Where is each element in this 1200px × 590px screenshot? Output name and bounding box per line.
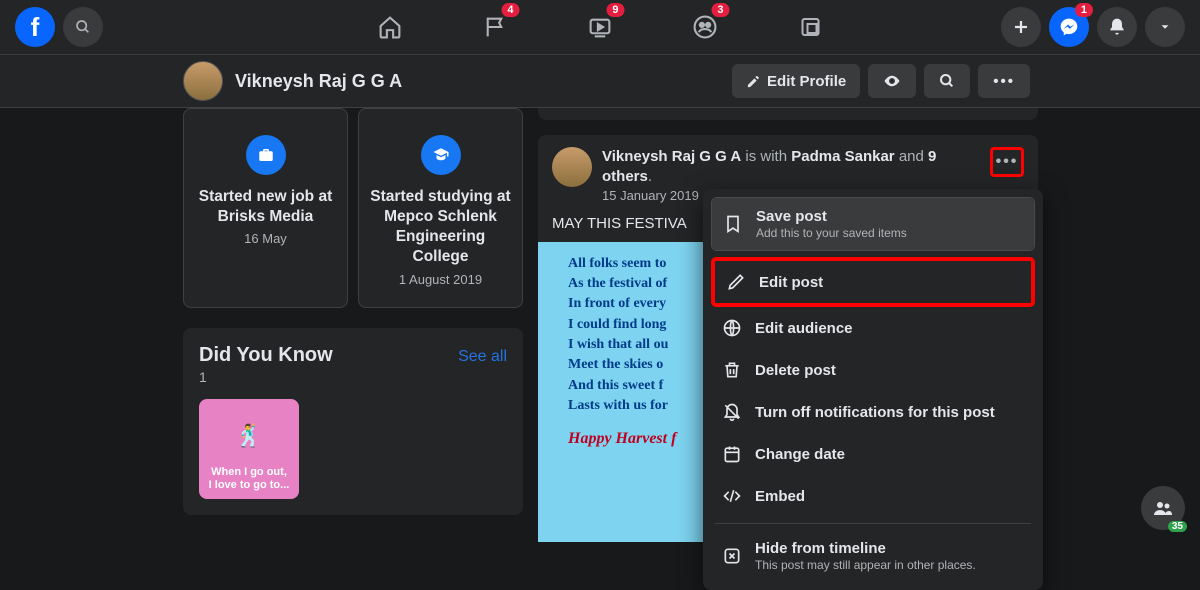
right-column: Vikneysh Raj G G A is with Padma Sankar … xyxy=(538,108,1038,542)
person-icon: 🕺 xyxy=(235,423,262,449)
x-box-icon xyxy=(721,545,743,567)
flag-icon xyxy=(483,14,508,40)
account-button[interactable] xyxy=(1145,7,1185,47)
bell-off-icon xyxy=(721,401,743,423)
notifications-button[interactable] xyxy=(1097,7,1137,47)
post: Vikneysh Raj G G A is with Padma Sankar … xyxy=(538,135,1038,542)
left-column: Started new job at Brisks Media 16 May S… xyxy=(183,108,523,542)
groups-icon xyxy=(693,14,718,40)
dyk-card[interactable]: 🕺 When I go out,I love to go to... xyxy=(199,399,299,499)
gaming-tab[interactable] xyxy=(798,5,823,50)
globe-icon xyxy=(721,317,743,339)
nav-right: 1 xyxy=(1001,7,1185,47)
facebook-logo[interactable]: f xyxy=(15,7,55,47)
dyk-title: Did You Know xyxy=(199,344,333,367)
messenger-button[interactable]: 1 xyxy=(1049,7,1089,47)
watch-icon xyxy=(588,14,613,40)
profile-actions: Edit Profile ••• xyxy=(732,64,1030,98)
code-icon xyxy=(721,485,743,507)
pages-badge: 4 xyxy=(501,3,519,17)
topbar: f 4 9 3 1 xyxy=(0,0,1200,55)
groups-tab[interactable]: 3 xyxy=(693,5,718,50)
messenger-icon xyxy=(1059,17,1079,37)
life-event-card[interactable]: Started studying at Mepco Schlenk Engine… xyxy=(358,108,523,308)
post-options-menu: Save post Add this to your saved items E… xyxy=(703,189,1043,590)
messenger-badge: 1 xyxy=(1075,3,1093,17)
see-all-link[interactable]: See all xyxy=(458,348,507,366)
life-event-cards: Started new job at Brisks Media 16 May S… xyxy=(183,108,523,308)
post-tagged-person[interactable]: Padma Sankar xyxy=(791,148,894,165)
bookmark-icon xyxy=(722,213,744,235)
nav-center: 4 9 3 xyxy=(378,5,823,50)
post-author[interactable]: Vikneysh Raj G G A xyxy=(602,148,741,165)
search-profile-button[interactable] xyxy=(924,64,970,98)
floating-groups-count: 35 xyxy=(1168,521,1187,532)
groups-badge: 3 xyxy=(711,3,729,17)
menu-delete-post[interactable]: Delete post xyxy=(711,349,1035,391)
menu-hide-from-timeline[interactable]: Hide from timeline This post may still a… xyxy=(711,530,1035,582)
content: Started new job at Brisks Media 16 May S… xyxy=(0,108,1200,542)
edit-profile-label: Edit Profile xyxy=(767,73,846,90)
life-event-date: 16 May xyxy=(194,231,337,246)
menu-edit-audience[interactable]: Edit audience xyxy=(711,307,1035,349)
pencil-icon xyxy=(746,74,761,89)
pencil-icon xyxy=(725,271,747,293)
floating-groups-button[interactable]: 35 xyxy=(1141,486,1185,530)
dyk-count: 1 xyxy=(199,369,333,385)
trash-icon xyxy=(721,359,743,381)
life-event-date: 1 August 2019 xyxy=(369,272,512,287)
people-icon xyxy=(1151,496,1175,520)
life-event-card[interactable]: Started new job at Brisks Media 16 May xyxy=(183,108,348,308)
profile-avatar[interactable] xyxy=(183,61,223,101)
bell-icon xyxy=(1107,17,1127,37)
previous-post-stub xyxy=(538,108,1038,120)
post-more-button[interactable]: ••• xyxy=(990,147,1024,177)
profile-more-button[interactable]: ••• xyxy=(978,64,1030,98)
briefcase-icon xyxy=(246,135,286,175)
menu-embed[interactable]: Embed xyxy=(711,475,1035,517)
watch-badge: 9 xyxy=(606,3,624,17)
search-button[interactable] xyxy=(63,7,103,47)
search-icon xyxy=(75,19,91,35)
caret-down-icon xyxy=(1158,20,1172,34)
menu-edit-post[interactable]: Edit post xyxy=(711,257,1035,307)
view-as-button[interactable] xyxy=(868,64,916,98)
did-you-know-panel: Did You Know 1 See all 🕺 When I go out,I… xyxy=(183,328,523,515)
menu-save-post[interactable]: Save post Add this to your saved items xyxy=(712,198,1034,250)
plus-icon xyxy=(1012,18,1030,36)
graduation-icon xyxy=(421,135,461,175)
edit-profile-button[interactable]: Edit Profile xyxy=(732,64,860,98)
watch-tab[interactable]: 9 xyxy=(588,5,613,50)
create-button[interactable] xyxy=(1001,7,1041,47)
menu-change-date[interactable]: Change date xyxy=(711,433,1035,475)
profile-bar: Vikneysh Raj G G A Edit Profile ••• xyxy=(0,55,1200,108)
search-icon xyxy=(939,73,955,89)
more-icon: ••• xyxy=(993,73,1015,90)
calendar-icon xyxy=(721,443,743,465)
post-avatar[interactable] xyxy=(552,147,592,187)
dyk-card-text: When I go out,I love to go to... xyxy=(209,466,290,492)
pages-tab[interactable]: 4 xyxy=(483,5,508,50)
menu-turn-off-notifications[interactable]: Turn off notifications for this post xyxy=(711,391,1035,433)
profile-name: Vikneysh Raj G G A xyxy=(235,71,402,92)
life-event-title: Started new job at Brisks Media xyxy=(194,187,337,227)
eye-icon xyxy=(883,72,901,90)
life-event-title: Started studying at Mepco Schlenk Engine… xyxy=(369,187,512,268)
post-date[interactable]: 15 January 2019 xyxy=(602,188,699,205)
home-icon xyxy=(378,14,403,40)
home-tab[interactable] xyxy=(378,5,403,50)
gaming-icon xyxy=(798,15,822,39)
